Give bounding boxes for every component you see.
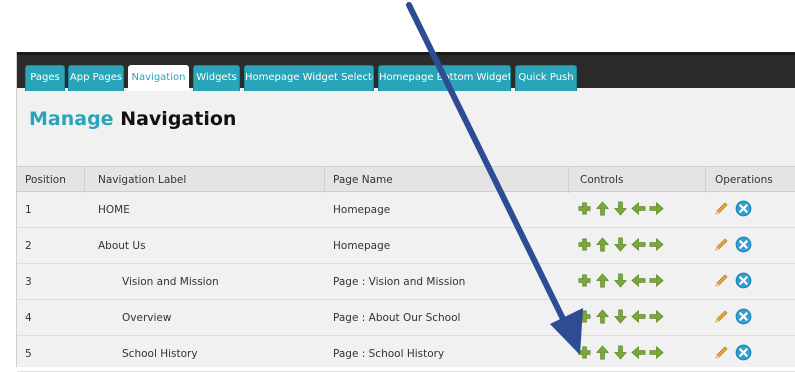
row-controls <box>577 344 664 364</box>
down-arrow-icon[interactable] <box>613 201 628 220</box>
tab-quick-push[interactable]: Quick Push <box>515 65 577 91</box>
up-arrow-icon[interactable] <box>595 308 610 328</box>
edit-pencil-icon[interactable] <box>713 237 729 257</box>
row-position: 2 <box>25 240 32 252</box>
header-controls: Controls <box>580 174 624 186</box>
row-controls <box>577 236 664 256</box>
header-page-name: Page Name <box>333 174 393 186</box>
tab-navigation[interactable]: Navigation <box>128 65 189 91</box>
left-arrow-icon[interactable] <box>631 309 646 328</box>
page-title-rest: Navigation <box>113 108 237 130</box>
tab-widgets[interactable]: Widgets <box>193 65 240 91</box>
delete-circle-icon[interactable] <box>735 344 752 365</box>
edit-pencil-icon[interactable] <box>713 201 729 221</box>
tab-bar: Pages App Pages Navigation Widgets Homep… <box>17 52 795 91</box>
header-operations: Operations <box>715 174 773 186</box>
row-navigation-label: Vision and Mission <box>122 276 219 288</box>
tab-homepage-bottom-widgets[interactable]: Homepage Bottom Widgets <box>378 65 511 91</box>
table-row: 1 HOME Homepage <box>17 192 795 228</box>
right-arrow-icon[interactable] <box>649 345 664 364</box>
row-operations <box>713 236 752 257</box>
right-arrow-icon[interactable] <box>649 201 664 220</box>
row-page-name: Homepage <box>333 204 391 216</box>
edit-pencil-icon[interactable] <box>713 309 729 329</box>
page-title: Manage Navigation <box>29 108 236 130</box>
up-arrow-icon[interactable] <box>595 236 610 256</box>
row-page-name: Homepage <box>333 240 391 252</box>
row-position: 1 <box>25 204 32 216</box>
row-operations <box>713 308 752 329</box>
edit-pencil-icon[interactable] <box>713 273 729 293</box>
right-arrow-icon[interactable] <box>649 309 664 328</box>
header-navigation-label: Navigation Label <box>98 174 187 186</box>
plus-icon[interactable] <box>577 273 592 292</box>
table-row: 2 About Us Homepage <box>17 228 795 264</box>
right-arrow-icon[interactable] <box>649 273 664 292</box>
row-page-name: Page : About Our School <box>333 312 461 324</box>
left-arrow-icon[interactable] <box>631 237 646 256</box>
edit-pencil-icon[interactable] <box>713 345 729 365</box>
row-controls <box>577 200 664 220</box>
up-arrow-icon[interactable] <box>595 344 610 364</box>
plus-icon[interactable] <box>577 201 592 220</box>
up-arrow-icon[interactable] <box>595 200 610 220</box>
delete-circle-icon[interactable] <box>735 236 752 257</box>
row-operations <box>713 344 752 365</box>
down-arrow-icon[interactable] <box>613 309 628 328</box>
plus-icon[interactable] <box>577 237 592 256</box>
row-operations <box>713 272 752 293</box>
row-navigation-label: Overview <box>122 312 172 324</box>
delete-circle-icon[interactable] <box>735 272 752 293</box>
down-arrow-icon[interactable] <box>613 237 628 256</box>
header-position: Position <box>25 174 66 186</box>
row-controls <box>577 272 664 292</box>
tab-pages[interactable]: Pages <box>25 65 65 91</box>
row-navigation-label: HOME <box>98 204 130 216</box>
delete-circle-icon[interactable] <box>735 308 752 329</box>
right-arrow-icon[interactable] <box>649 237 664 256</box>
admin-panel: Pages App Pages Navigation Widgets Homep… <box>16 52 795 372</box>
tab-app-pages[interactable]: App Pages <box>68 65 124 91</box>
row-navigation-label: About Us <box>98 240 146 252</box>
plus-icon[interactable] <box>577 345 592 364</box>
row-position: 4 <box>25 312 32 324</box>
down-arrow-icon[interactable] <box>613 273 628 292</box>
page-title-accent: Manage <box>29 108 114 130</box>
row-position: 3 <box>25 276 32 288</box>
row-page-name: Page : Vision and Mission <box>333 276 466 288</box>
left-arrow-icon[interactable] <box>631 201 646 220</box>
plus-icon[interactable] <box>577 309 592 328</box>
delete-circle-icon[interactable] <box>735 200 752 221</box>
tab-homepage-widget-selector[interactable]: Homepage Widget Selector <box>244 65 374 91</box>
table-header-row: Position Navigation Label Page Name Cont… <box>17 166 795 193</box>
table-row: 4 Overview Page : About Our School <box>17 300 795 336</box>
row-operations <box>713 200 752 221</box>
down-arrow-icon[interactable] <box>613 345 628 364</box>
up-arrow-icon[interactable] <box>595 272 610 292</box>
row-controls <box>577 308 664 328</box>
left-arrow-icon[interactable] <box>631 273 646 292</box>
table-row: 3 Vision and Mission Page : Vision and Mis… <box>17 264 795 300</box>
left-arrow-icon[interactable] <box>631 345 646 364</box>
